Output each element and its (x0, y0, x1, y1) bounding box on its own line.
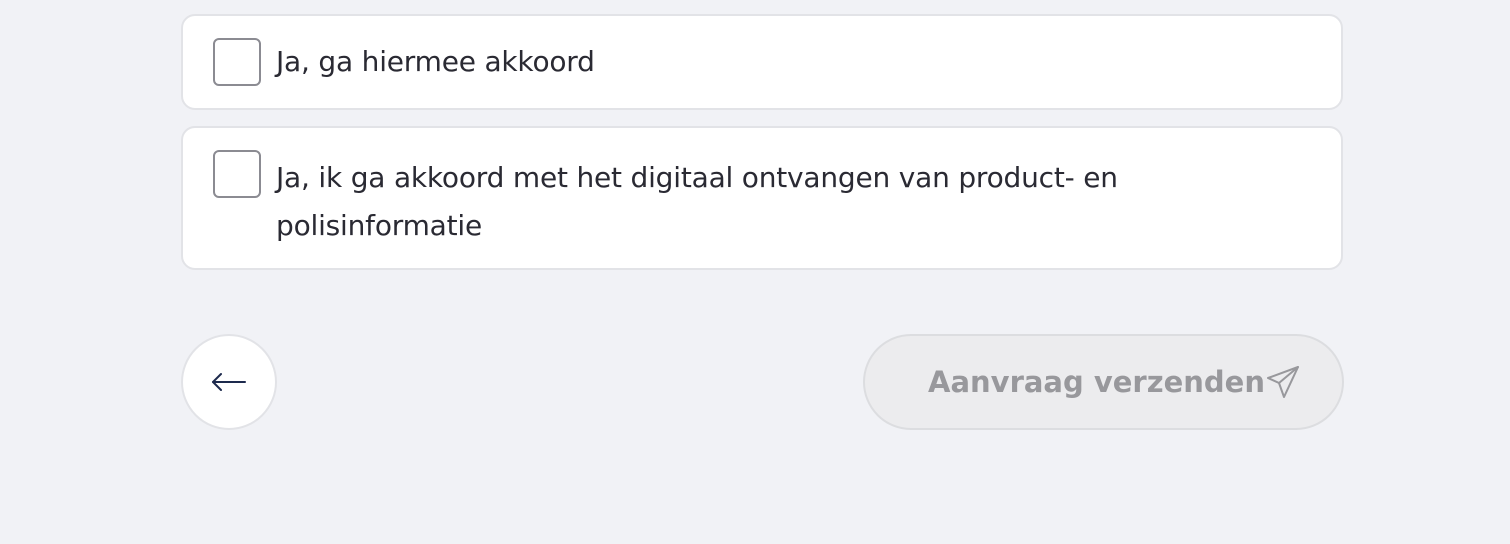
digital-info-checkbox[interactable] (213, 150, 261, 198)
consent-card-agreement: Ja, ga hiermee akkoord (181, 14, 1343, 110)
paper-plane-icon (1267, 366, 1299, 398)
arrow-left-icon (212, 373, 246, 391)
back-button[interactable] (181, 334, 277, 430)
consent-card-digital-info: Ja, ik ga akkoord met het digitaal ontva… (181, 126, 1343, 270)
submit-request-label: Aanvraag verzenden (928, 365, 1265, 399)
digital-info-label[interactable]: Ja, ik ga akkoord met het digitaal ontva… (276, 154, 1156, 250)
agreement-label[interactable]: Ja, ga hiermee akkoord (276, 38, 595, 86)
agreement-checkbox[interactable] (213, 38, 261, 86)
submit-request-button[interactable]: Aanvraag verzenden (863, 334, 1344, 430)
